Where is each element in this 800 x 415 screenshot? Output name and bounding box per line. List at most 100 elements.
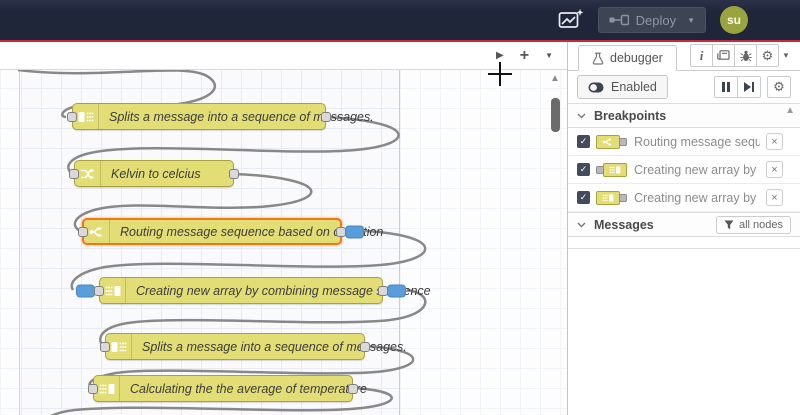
export-image-icon[interactable] <box>558 9 584 31</box>
message-filter-button[interactable]: all nodes <box>715 215 791 234</box>
main-menu-icon[interactable] <box>762 12 788 29</box>
enabled-label: Enabled <box>611 80 657 94</box>
flow-list-menu-icon[interactable]: ▼ <box>545 51 553 60</box>
remove-breakpoint-button[interactable]: × <box>766 161 783 178</box>
breakpoints-list: ✓ Routing message sequence based on cond… <box>568 128 800 212</box>
switch-node-icon <box>89 226 102 237</box>
output-port[interactable] <box>378 285 388 296</box>
debug-sidebar: debugger i ⚙ ▼ Enabled ⚙ Breakpoints ✓ R… <box>567 42 800 415</box>
breakpoint-label: Creating new array by combining message … <box>634 190 760 205</box>
flow-canvas-region: ▶ + ▼ Splits a message into a sequence o… <box>0 42 567 415</box>
flow-node-switch[interactable]: Routing message sequence based on condit… <box>78 218 383 245</box>
node-label: Kelvin to celcius <box>111 166 201 181</box>
deploy-label: Deploy <box>635 12 677 28</box>
switch-mini-node-icon <box>596 134 628 150</box>
breakpoint-row: ✓ Creating new array by combining messag… <box>568 156 800 184</box>
remove-breakpoint-button[interactable]: × <box>766 133 783 150</box>
switch-node-icon <box>602 137 612 146</box>
input-port[interactable] <box>94 285 104 296</box>
node-red-app: Deploy ▼ su ▶ + ▼ Splits a message into … <box>0 0 800 415</box>
message-filter-label: all nodes <box>738 218 783 231</box>
breakpoint-row: ✓ Routing message sequence based on cond… <box>568 128 800 156</box>
sidebar-scroll-up-arrow[interactable]: ▲ <box>785 105 795 116</box>
breakpoint-label: Routing message sequence based on condit… <box>634 134 760 149</box>
canvas-scroll-up-arrow[interactable]: ▲ <box>550 73 560 84</box>
book-icon <box>717 49 730 60</box>
sidebar-tabs-menu-icon[interactable]: ▼ <box>778 44 794 67</box>
join-node-icon <box>609 165 621 174</box>
flow-node-split[interactable]: Splits a message into a sequence of mess… <box>67 103 374 130</box>
node-label: Splits a message into a sequence of mess… <box>109 109 374 124</box>
flow-node-split[interactable]: Splits a message into a sequence of mess… <box>100 333 407 360</box>
sidebar-settings-button[interactable]: ⚙ <box>756 44 779 67</box>
breakpoint-marker[interactable] <box>387 284 406 297</box>
user-avatar[interactable]: su <box>720 6 748 34</box>
chevron-down-icon <box>577 222 586 227</box>
input-port[interactable] <box>69 168 79 179</box>
add-flow-button[interactable]: + <box>520 47 529 64</box>
input-port[interactable] <box>78 226 88 237</box>
node-label: Calculating the the average of temperatu… <box>130 381 367 396</box>
chevron-down-icon <box>577 113 586 118</box>
breakpoint-label: Creating new array by combining message … <box>634 162 760 177</box>
breakpoint-marker[interactable] <box>345 225 364 238</box>
tab-debugger[interactable]: debugger <box>578 45 677 71</box>
remove-breakpoint-button[interactable]: × <box>766 189 783 206</box>
input-port[interactable] <box>88 383 98 394</box>
messages-empty-area <box>568 237 800 249</box>
tab-debugger-label: debugger <box>610 51 663 65</box>
step-next-icon <box>743 82 755 92</box>
breakpoint-checkbox[interactable]: ✓ <box>577 135 590 148</box>
join-node-icon <box>105 285 120 296</box>
messages-title: Messages <box>594 217 654 232</box>
deploy-button[interactable]: Deploy ▼ <box>597 7 706 33</box>
breakpoint-marker[interactable] <box>76 284 95 297</box>
sidebar-tab-actions: i ⚙ ▼ <box>690 44 794 67</box>
output-port[interactable] <box>348 383 358 394</box>
join-node-icon <box>602 193 614 202</box>
pause-button[interactable] <box>714 76 738 98</box>
debugger-enabled-toggle[interactable]: Enabled <box>577 75 668 99</box>
breakpoint-row: ✓ Creating new array by combining messag… <box>568 184 800 212</box>
deploy-node-icon <box>609 14 629 26</box>
info-button[interactable]: i <box>690 44 713 67</box>
bug-icon <box>739 50 752 61</box>
flow-node-join[interactable]: Calculating the the average of temperatu… <box>88 375 367 402</box>
split-node-icon <box>78 111 93 122</box>
messages-header[interactable]: Messages all nodes <box>568 212 800 237</box>
breakpoint-checkbox[interactable]: ✓ <box>577 163 590 176</box>
flow-node-join[interactable]: Creating new array by combining message … <box>76 277 431 304</box>
output-port[interactable] <box>229 168 239 179</box>
header-bar: Deploy ▼ su <box>0 0 800 42</box>
breakpoint-checkbox[interactable]: ✓ <box>577 191 590 204</box>
breakpoints-title: Breakpoints <box>594 108 667 123</box>
pause-icon <box>722 82 730 92</box>
breakpoints-header[interactable]: Breakpoints <box>568 103 800 128</box>
filter-funnel-icon <box>724 220 734 229</box>
join-mini-node-icon <box>596 162 628 178</box>
toggle-icon <box>588 82 604 92</box>
input-port[interactable] <box>100 341 110 352</box>
flow-canvas[interactable]: Splits a message into a sequence of mess… <box>0 70 567 415</box>
change-node-icon <box>80 168 94 179</box>
flask-icon <box>592 52 604 65</box>
split-node-icon <box>111 341 126 352</box>
debugger-settings-button[interactable]: ⚙ <box>767 76 791 98</box>
input-port[interactable] <box>67 111 77 122</box>
help-book-button[interactable] <box>712 44 735 67</box>
debugger-toolbar: Enabled ⚙ <box>568 71 800 103</box>
canvas-scrollbar-thumb[interactable] <box>551 98 560 132</box>
flow-node-change[interactable]: Kelvin to celcius <box>69 160 239 187</box>
deploy-caret-icon[interactable]: ▼ <box>687 16 695 25</box>
tab-scroll-right-icon[interactable]: ▶ <box>496 50 504 61</box>
output-port[interactable] <box>336 226 346 237</box>
join-mini-node-icon <box>596 190 628 206</box>
join-node-icon <box>99 383 114 394</box>
messages-section: Messages all nodes <box>568 212 800 249</box>
node-label: Splits a message into a sequence of mess… <box>142 339 407 354</box>
breakpoints-section: Breakpoints ✓ Routing message sequence b… <box>568 103 800 212</box>
output-port[interactable] <box>321 111 331 122</box>
step-next-button[interactable] <box>737 76 761 98</box>
output-port[interactable] <box>360 341 370 352</box>
debug-messages-button[interactable] <box>734 44 757 67</box>
